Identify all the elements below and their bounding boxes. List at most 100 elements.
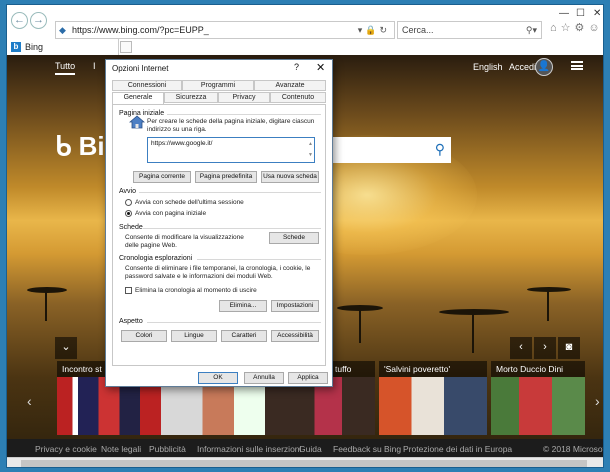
tree-silhouette (439, 309, 509, 315)
forward-icon[interactable]: → (30, 12, 47, 29)
startup-last-session-label: Avvia con schede dell'ultima sessione (135, 199, 244, 206)
previous-image-icon[interactable]: ‹ (510, 337, 532, 359)
site-icon: ◆ (59, 25, 66, 35)
close-icon[interactable]: ✕ (316, 61, 325, 74)
home-page-textarea[interactable]: https://www.google.it/ ▲ ▼ (147, 137, 315, 163)
settings-gear-icon[interactable]: ⚙ (575, 22, 589, 34)
search-placeholder: Cerca... (402, 25, 434, 35)
tab-connections[interactable]: Connessioni (112, 80, 182, 91)
tab-bing[interactable]: b Bing (7, 39, 119, 55)
search-icon[interactable]: ⚲▾ (526, 22, 537, 38)
section-divider (139, 192, 321, 193)
home-icon[interactable]: ⌂ (550, 22, 561, 34)
tree-trunk (472, 313, 474, 353)
horizontal-scrollbar[interactable] (7, 457, 603, 467)
dialog-title: Opzioni Internet (112, 64, 169, 73)
home-page-description: Per creare le schede della pagina inizia… (147, 118, 315, 133)
help-icon[interactable]: ? (294, 62, 299, 72)
ok-button[interactable]: OK (198, 372, 238, 384)
tabs-settings-button[interactable]: Schede (269, 232, 319, 244)
tab-privacy[interactable]: Privacy (218, 92, 270, 103)
cancel-button[interactable]: Annulla (244, 372, 284, 384)
tab-strip: b Bing (7, 39, 603, 55)
nav-images[interactable]: I (93, 61, 96, 71)
section-divider (197, 259, 321, 260)
address-tools-icon[interactable]: ▾🔒↻ (358, 22, 390, 38)
menu-icon[interactable] (571, 61, 583, 70)
minimize-icon[interactable]: — (559, 8, 569, 19)
close-window-icon[interactable]: ✕ (593, 8, 601, 19)
smiley-icon[interactable]: ☺ (588, 22, 603, 34)
use-new-tab-button[interactable]: Usa nuova scheda (261, 171, 319, 183)
appearance-title: Aspetto (119, 318, 143, 325)
bing-search-box[interactable]: ⚲ (327, 137, 451, 163)
maximize-icon[interactable]: ☐ (576, 8, 585, 19)
tabs-section-description: Consente di modificare la visualizzazion… (125, 234, 244, 249)
history-settings-button[interactable]: Impostazioni (271, 300, 319, 312)
footer-copyright: © 2018 Microsoft (543, 444, 604, 454)
languages-button[interactable]: Lingue (171, 330, 217, 342)
delete-history-on-exit-checkbox[interactable] (125, 287, 132, 294)
tabs-section-title: Schede (119, 224, 143, 231)
search-icon[interactable]: ⚲ (435, 141, 445, 158)
nav-all[interactable]: Tutto (55, 61, 76, 75)
startup-home-label: Avvia con pagina iniziale (135, 210, 207, 217)
news-caption: 'Salvini poveretto' (379, 361, 487, 377)
section-divider (167, 114, 321, 115)
back-icon[interactable]: ← (11, 12, 28, 29)
footer-link-data-protection[interactable]: Protezione dei dati in Europa (403, 444, 512, 454)
colors-button[interactable]: Colori (121, 330, 167, 342)
news-card[interactable]: Morto Duccio Dini (491, 361, 585, 435)
tab-content[interactable]: Contenuto (270, 92, 326, 103)
footer-link-legal[interactable]: Note legali (101, 444, 141, 454)
signin-link[interactable]: Accedi (509, 62, 536, 72)
tab-programs[interactable]: Programmi (182, 80, 254, 91)
fonts-button[interactable]: Caratteri (221, 330, 267, 342)
startup-last-session-radio[interactable] (125, 199, 132, 206)
new-tab-button[interactable] (120, 41, 132, 53)
use-default-button[interactable]: Pagina predefinita (195, 171, 257, 183)
footer-link-ad-info[interactable]: Informazioni sulle inserzioni (197, 444, 301, 454)
tree-silhouette (27, 287, 67, 293)
scrollbar-thumb[interactable] (21, 460, 587, 467)
footer-link-ads[interactable]: Pubblicità (149, 444, 186, 454)
toolbar-icons: ⌂☆⚙☺ (550, 21, 603, 34)
news-image (491, 377, 585, 435)
startup-title: Avvio (119, 188, 136, 195)
history-description: Consente di eliminare i file temporanei,… (125, 265, 311, 280)
language-link[interactable]: English (473, 62, 503, 72)
avatar-icon[interactable]: 👤 (535, 58, 553, 76)
browser-search-input[interactable]: Cerca... ⚲▾ (397, 21, 542, 39)
scroll-arrows-icon[interactable]: ▲ ▼ (308, 139, 313, 161)
footer-link-help[interactable]: Guida (299, 444, 322, 454)
tree-trunk (547, 291, 549, 321)
address-bar[interactable]: ◆ https://www.bing.com/?pc=EUPP_ ▾🔒↻ (55, 21, 395, 39)
news-left-arrow-icon[interactable]: ‹ (27, 393, 32, 409)
bing-logo-icon: ᑲ (55, 131, 72, 161)
news-caption: Morto Duccio Dini (491, 361, 585, 377)
delete-history-button[interactable]: Elimina... (219, 300, 267, 312)
history-title: Cronologia esplorazioni (119, 255, 193, 262)
news-card[interactable]: 'Salvini poveretto' (379, 361, 487, 435)
home-page-url: https://www.google.it/ (151, 140, 213, 147)
home-page-icon (129, 115, 145, 129)
footer-link-feedback[interactable]: Feedback su Bing (333, 444, 401, 454)
url-text: https://www.bing.com/?pc=EUPP_ (72, 25, 209, 35)
section-divider (143, 228, 321, 229)
use-current-button[interactable]: Pagina corrente (133, 171, 191, 183)
tree-trunk (359, 309, 361, 343)
expand-news-icon[interactable]: ⌄ (55, 337, 77, 359)
bing-logo-text: Bi (78, 131, 105, 161)
apply-button[interactable]: Applica (288, 372, 328, 384)
accessibility-button[interactable]: Accessibilità (271, 330, 319, 342)
section-divider (147, 322, 321, 323)
tab-security[interactable]: Sicurezza (164, 92, 218, 103)
next-image-icon[interactable]: › (534, 337, 556, 359)
favorites-icon[interactable]: ☆ (561, 22, 575, 34)
footer-link-privacy[interactable]: Privacy e cookie (35, 444, 97, 454)
news-right-arrow-icon[interactable]: › (595, 393, 600, 409)
tree-trunk (45, 291, 47, 321)
tab-advanced[interactable]: Avanzate (254, 80, 326, 91)
startup-home-radio[interactable] (125, 210, 132, 217)
camera-icon[interactable]: ◙ (558, 337, 580, 359)
